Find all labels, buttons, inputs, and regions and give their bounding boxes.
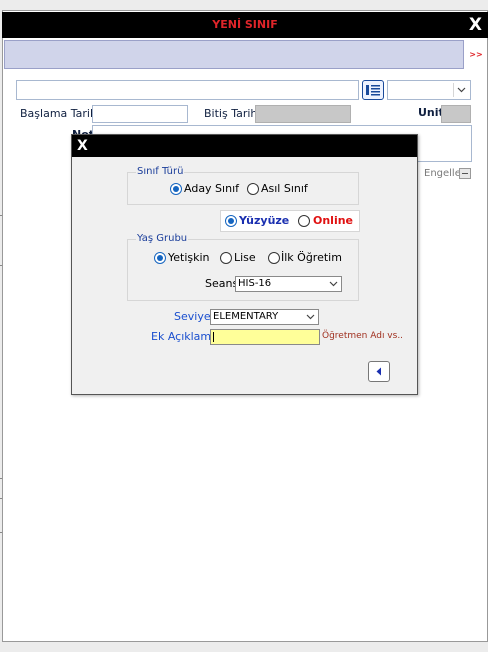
window-title: YENİ SINIF xyxy=(212,18,278,31)
age-radio-ilk-ogretim[interactable] xyxy=(268,252,280,264)
age-radio-yetiskin[interactable] xyxy=(154,252,166,264)
chevron-down-icon xyxy=(453,83,468,97)
back-button[interactable] xyxy=(368,361,390,382)
age-group-legend: Yaş Grubu xyxy=(136,233,189,244)
chevron-down-icon xyxy=(326,277,340,291)
class-type-legend: Sınıf Türü xyxy=(136,166,185,177)
session-value: HIS-16 xyxy=(238,278,272,289)
mode-radio-online[interactable] xyxy=(298,215,310,227)
text-cursor xyxy=(213,332,214,342)
unit-input xyxy=(441,105,471,123)
header-banner xyxy=(4,40,464,69)
block-label: Engelle xyxy=(424,168,461,179)
edge-tick xyxy=(0,478,2,479)
search-input[interactable] xyxy=(16,80,359,100)
extra-hint: Öğretmen Adı vs.. xyxy=(322,331,404,341)
unit-label: Unit xyxy=(418,106,444,119)
window-titlebar: YENİ SINIF X xyxy=(2,12,488,38)
expand-button[interactable]: >> xyxy=(466,40,486,69)
class-dialog: X Sınıf Türü Aday Sınıf Asıl Sınıf Yüzyü… xyxy=(71,134,418,395)
start-date-input[interactable] xyxy=(92,105,188,123)
chevron-down-icon xyxy=(303,310,317,324)
minus-icon xyxy=(462,173,468,174)
class-type-option-aday: Aday Sınıf xyxy=(184,182,239,195)
edge-tick xyxy=(0,498,2,499)
end-date-label: Bitiş Tarihi xyxy=(204,107,261,120)
class-type-radio-aday[interactable] xyxy=(170,183,182,195)
age-radio-lise[interactable] xyxy=(220,252,232,264)
level-label: Seviye xyxy=(174,310,211,323)
dialog-close-button[interactable]: X xyxy=(77,135,88,157)
list-action-button[interactable] xyxy=(362,80,384,100)
block-checkbox[interactable] xyxy=(459,168,471,179)
age-option-yetiskin: Yetişkin xyxy=(168,251,210,264)
caret-left-icon xyxy=(376,367,381,376)
level-select[interactable]: ELEMENTARY xyxy=(210,309,319,325)
type-select[interactable] xyxy=(387,80,471,100)
dialog-titlebar: X xyxy=(72,135,417,157)
age-option-ilk-ogretim: İlk Öğretim xyxy=(281,251,342,264)
session-label: Seans xyxy=(205,277,239,290)
list-icon xyxy=(366,85,380,96)
class-type-option-asil: Asıl Sınıf xyxy=(261,182,308,195)
edge-tick xyxy=(0,215,2,216)
window-close-button[interactable]: X xyxy=(469,12,482,38)
level-value: ELEMENTARY xyxy=(213,311,279,322)
mode-option-yuzyuze: Yüzyüze xyxy=(239,214,290,227)
edge-tick xyxy=(0,532,2,533)
age-option-lise: Lise xyxy=(234,251,256,264)
session-select[interactable]: HIS-16 xyxy=(235,276,342,292)
mode-radio-yuzyuze[interactable] xyxy=(225,215,237,227)
extra-input[interactable] xyxy=(210,329,320,345)
start-date-label: Başlama Tarihi xyxy=(20,107,101,120)
end-date-input xyxy=(255,105,351,123)
extra-label: Ek Açıklama xyxy=(151,330,218,343)
class-type-radio-asil[interactable] xyxy=(247,183,259,195)
edge-tick xyxy=(0,265,2,266)
mode-option-online: Online xyxy=(313,214,354,227)
